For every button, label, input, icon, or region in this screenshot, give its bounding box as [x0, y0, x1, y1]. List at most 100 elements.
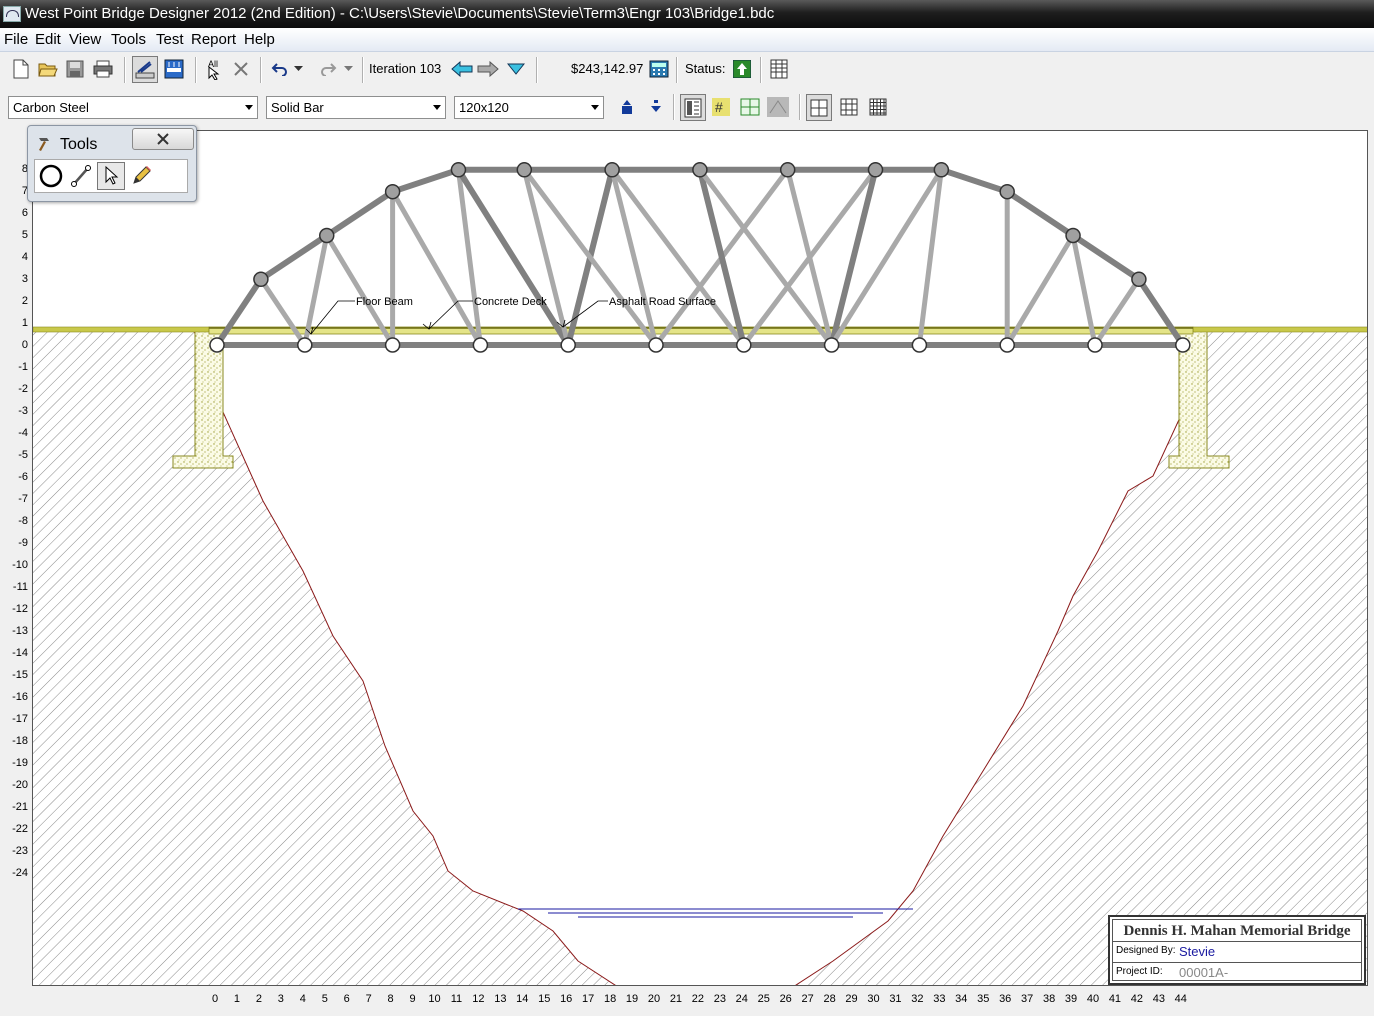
truss-joint[interactable] [450, 162, 467, 178]
y-axis-tick-label: 0 [21, 339, 28, 351]
load-test-button[interactable] [162, 57, 186, 81]
select-all-button[interactable]: All [202, 57, 226, 81]
size-select[interactable]: 120x120 [454, 96, 604, 119]
y-axis-tick-label: -8 [18, 515, 28, 527]
x-axis-tick-label: 39 [1064, 993, 1078, 1005]
menu-report[interactable]: Report [191, 31, 236, 48]
delete-button[interactable] [229, 57, 253, 81]
truss-member[interactable] [938, 166, 1011, 195]
truss-joint[interactable] [779, 162, 796, 178]
truss-joint[interactable] [999, 183, 1015, 200]
project-id-value: 00001A- [1179, 965, 1229, 980]
member-list-toggle[interactable] [680, 94, 706, 121]
menu-file[interactable]: File [4, 31, 28, 48]
material-select[interactable]: Carbon Steel [8, 96, 258, 119]
y-axis-tick-label: -20 [12, 779, 28, 791]
truss-member[interactable] [258, 276, 308, 348]
menu-tools[interactable]: Tools [111, 31, 146, 48]
truss-member[interactable] [1092, 276, 1142, 348]
x-axis-tick-label: 13 [494, 993, 507, 1005]
y-axis-tick-label: -17 [12, 713, 28, 725]
truss-joint[interactable] [692, 162, 708, 178]
truss-member[interactable] [214, 276, 264, 348]
member-tool-button[interactable] [67, 162, 95, 190]
member-numbers-toggle[interactable]: # [709, 95, 733, 119]
truss-joint[interactable] [516, 162, 533, 178]
member-list-button[interactable] [767, 57, 791, 81]
previous-iteration-button[interactable] [450, 57, 474, 81]
open-file-button[interactable] [36, 57, 60, 81]
chevron-down-icon [591, 105, 599, 110]
y-axis-tick-label: 7 [21, 185, 28, 197]
cost-calculator-button[interactable] [647, 57, 671, 81]
truss-joint[interactable] [823, 337, 840, 353]
truss-joint[interactable] [253, 271, 269, 288]
tools-palette-header[interactable]: Tools [30, 128, 194, 156]
truss-joint[interactable] [911, 337, 928, 353]
decrease-size-button[interactable] [644, 95, 668, 119]
truss-joint[interactable] [604, 162, 620, 178]
guides-toggle[interactable] [738, 95, 762, 119]
undo-dropdown-button[interactable] [290, 57, 308, 81]
truss-member[interactable] [323, 188, 396, 239]
redo-dropdown-button[interactable] [340, 57, 358, 81]
y-axis-tick-label: -4 [18, 427, 28, 439]
erase-tool-button[interactable] [127, 162, 155, 190]
truss-joint[interactable] [867, 162, 884, 178]
template-icon [767, 97, 789, 117]
tools-palette-close-button[interactable] [132, 128, 194, 150]
menu-test[interactable]: Test [156, 31, 184, 48]
triangle-down-icon [507, 63, 525, 75]
window-title: West Point Bridge Designer 2012 (2nd Edi… [25, 5, 775, 22]
toolbar-separator [673, 94, 675, 120]
truss-member[interactable] [1135, 276, 1186, 348]
truss-joint[interactable] [209, 337, 225, 353]
select-tool-button[interactable] [97, 162, 125, 190]
joint-tool-button[interactable] [37, 162, 65, 190]
increase-size-button[interactable] [615, 95, 639, 119]
truss-member[interactable] [389, 166, 462, 195]
chevron-down-icon [344, 66, 353, 71]
truss-joint[interactable] [1087, 337, 1103, 353]
truss-joint[interactable] [472, 337, 489, 353]
menu-edit[interactable]: Edit [35, 31, 61, 48]
menu-view[interactable]: View [69, 31, 101, 48]
truss-joint[interactable] [1175, 337, 1191, 353]
redo-button[interactable] [316, 57, 340, 81]
x-axis-tick-label: 27 [801, 993, 814, 1005]
bridge-scene[interactable]: Floor Beam Concrete Deck Asphalt Road Su… [33, 131, 1368, 986]
coarse-grid-button[interactable] [806, 94, 832, 121]
iteration-list-button[interactable] [504, 57, 528, 81]
designer-name: Stevie [1179, 944, 1216, 959]
new-file-button[interactable] [9, 57, 33, 81]
truss-joint[interactable] [384, 337, 401, 353]
fine-grid-button[interactable] [866, 95, 890, 119]
truss-joint[interactable] [933, 162, 950, 178]
tools-palette[interactable]: Tools [27, 125, 197, 202]
truss-joint[interactable] [999, 337, 1015, 353]
print-button[interactable] [91, 57, 115, 81]
medium-grid-button[interactable] [837, 95, 861, 119]
truss-joint[interactable] [736, 337, 752, 353]
y-axis-tick-label: -10 [12, 559, 28, 571]
draw-mode-button[interactable] [132, 56, 158, 83]
truss-joint[interactable] [560, 337, 576, 353]
truss-joint[interactable] [297, 337, 313, 353]
status-indicator[interactable] [730, 57, 754, 81]
menu-help[interactable]: Help [244, 31, 275, 48]
truss-joint[interactable] [1131, 271, 1147, 288]
member-line-icon [71, 165, 91, 187]
water-lines [518, 908, 913, 918]
bridge-drawing-canvas[interactable]: Floor Beam Concrete Deck Asphalt Road Su… [32, 130, 1368, 986]
save-button[interactable] [63, 57, 87, 81]
truss-joint[interactable] [319, 227, 335, 244]
cross-section-select[interactable]: Solid Bar [266, 96, 446, 119]
x-axis-tick-label: 40 [1086, 993, 1100, 1005]
template-toggle[interactable] [766, 95, 790, 119]
truss-joint[interactable] [1065, 227, 1081, 244]
truss-member[interactable] [1004, 188, 1077, 239]
next-iteration-button[interactable] [476, 57, 500, 81]
undo-button[interactable] [268, 57, 292, 81]
truss-joint[interactable] [384, 183, 401, 200]
truss-joint[interactable] [648, 337, 664, 353]
